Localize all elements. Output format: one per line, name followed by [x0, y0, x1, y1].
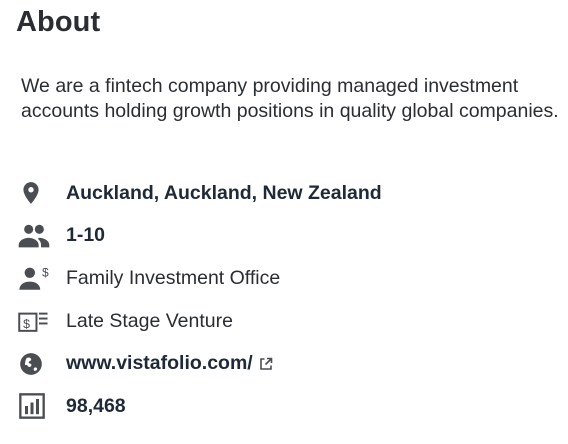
details-list: Auckland, Auckland, New Zealand 1-10 $ F…: [18, 172, 382, 428]
bar-chart-icon: [18, 391, 54, 421]
person-dollar-icon: $: [18, 263, 54, 293]
external-link-icon: [259, 357, 273, 371]
detail-investor-type: $ Family Investment Office: [18, 257, 382, 300]
globe-icon: [18, 349, 54, 379]
detail-website: www.vistafolio.com/: [18, 342, 382, 385]
employee-count: 1-10: [66, 224, 106, 247]
detail-stage: $ Late Stage Venture: [18, 300, 382, 343]
svg-text:$: $: [23, 317, 30, 331]
people-icon: [18, 221, 54, 251]
about-card: About We are a fintech company providing…: [0, 0, 568, 444]
money-list-icon: $: [18, 306, 54, 336]
company-description: We are a fintech company providing manag…: [21, 75, 559, 122]
stage-text: Late Stage Venture: [66, 309, 233, 332]
website-text: www.vistafolio.com/: [66, 352, 253, 375]
detail-rank: 98,468: [18, 385, 382, 428]
detail-employees: 1-10: [18, 215, 382, 258]
website-link[interactable]: www.vistafolio.com/: [66, 352, 273, 375]
location-text: Auckland, Auckland, New Zealand: [66, 181, 382, 204]
svg-text:$: $: [42, 267, 49, 280]
detail-location: Auckland, Auckland, New Zealand: [18, 172, 382, 215]
location-pin-icon: [18, 178, 54, 208]
rank-text: 98,468: [66, 394, 126, 417]
investor-type-text: Family Investment Office: [66, 266, 281, 289]
section-title: About: [16, 6, 101, 38]
